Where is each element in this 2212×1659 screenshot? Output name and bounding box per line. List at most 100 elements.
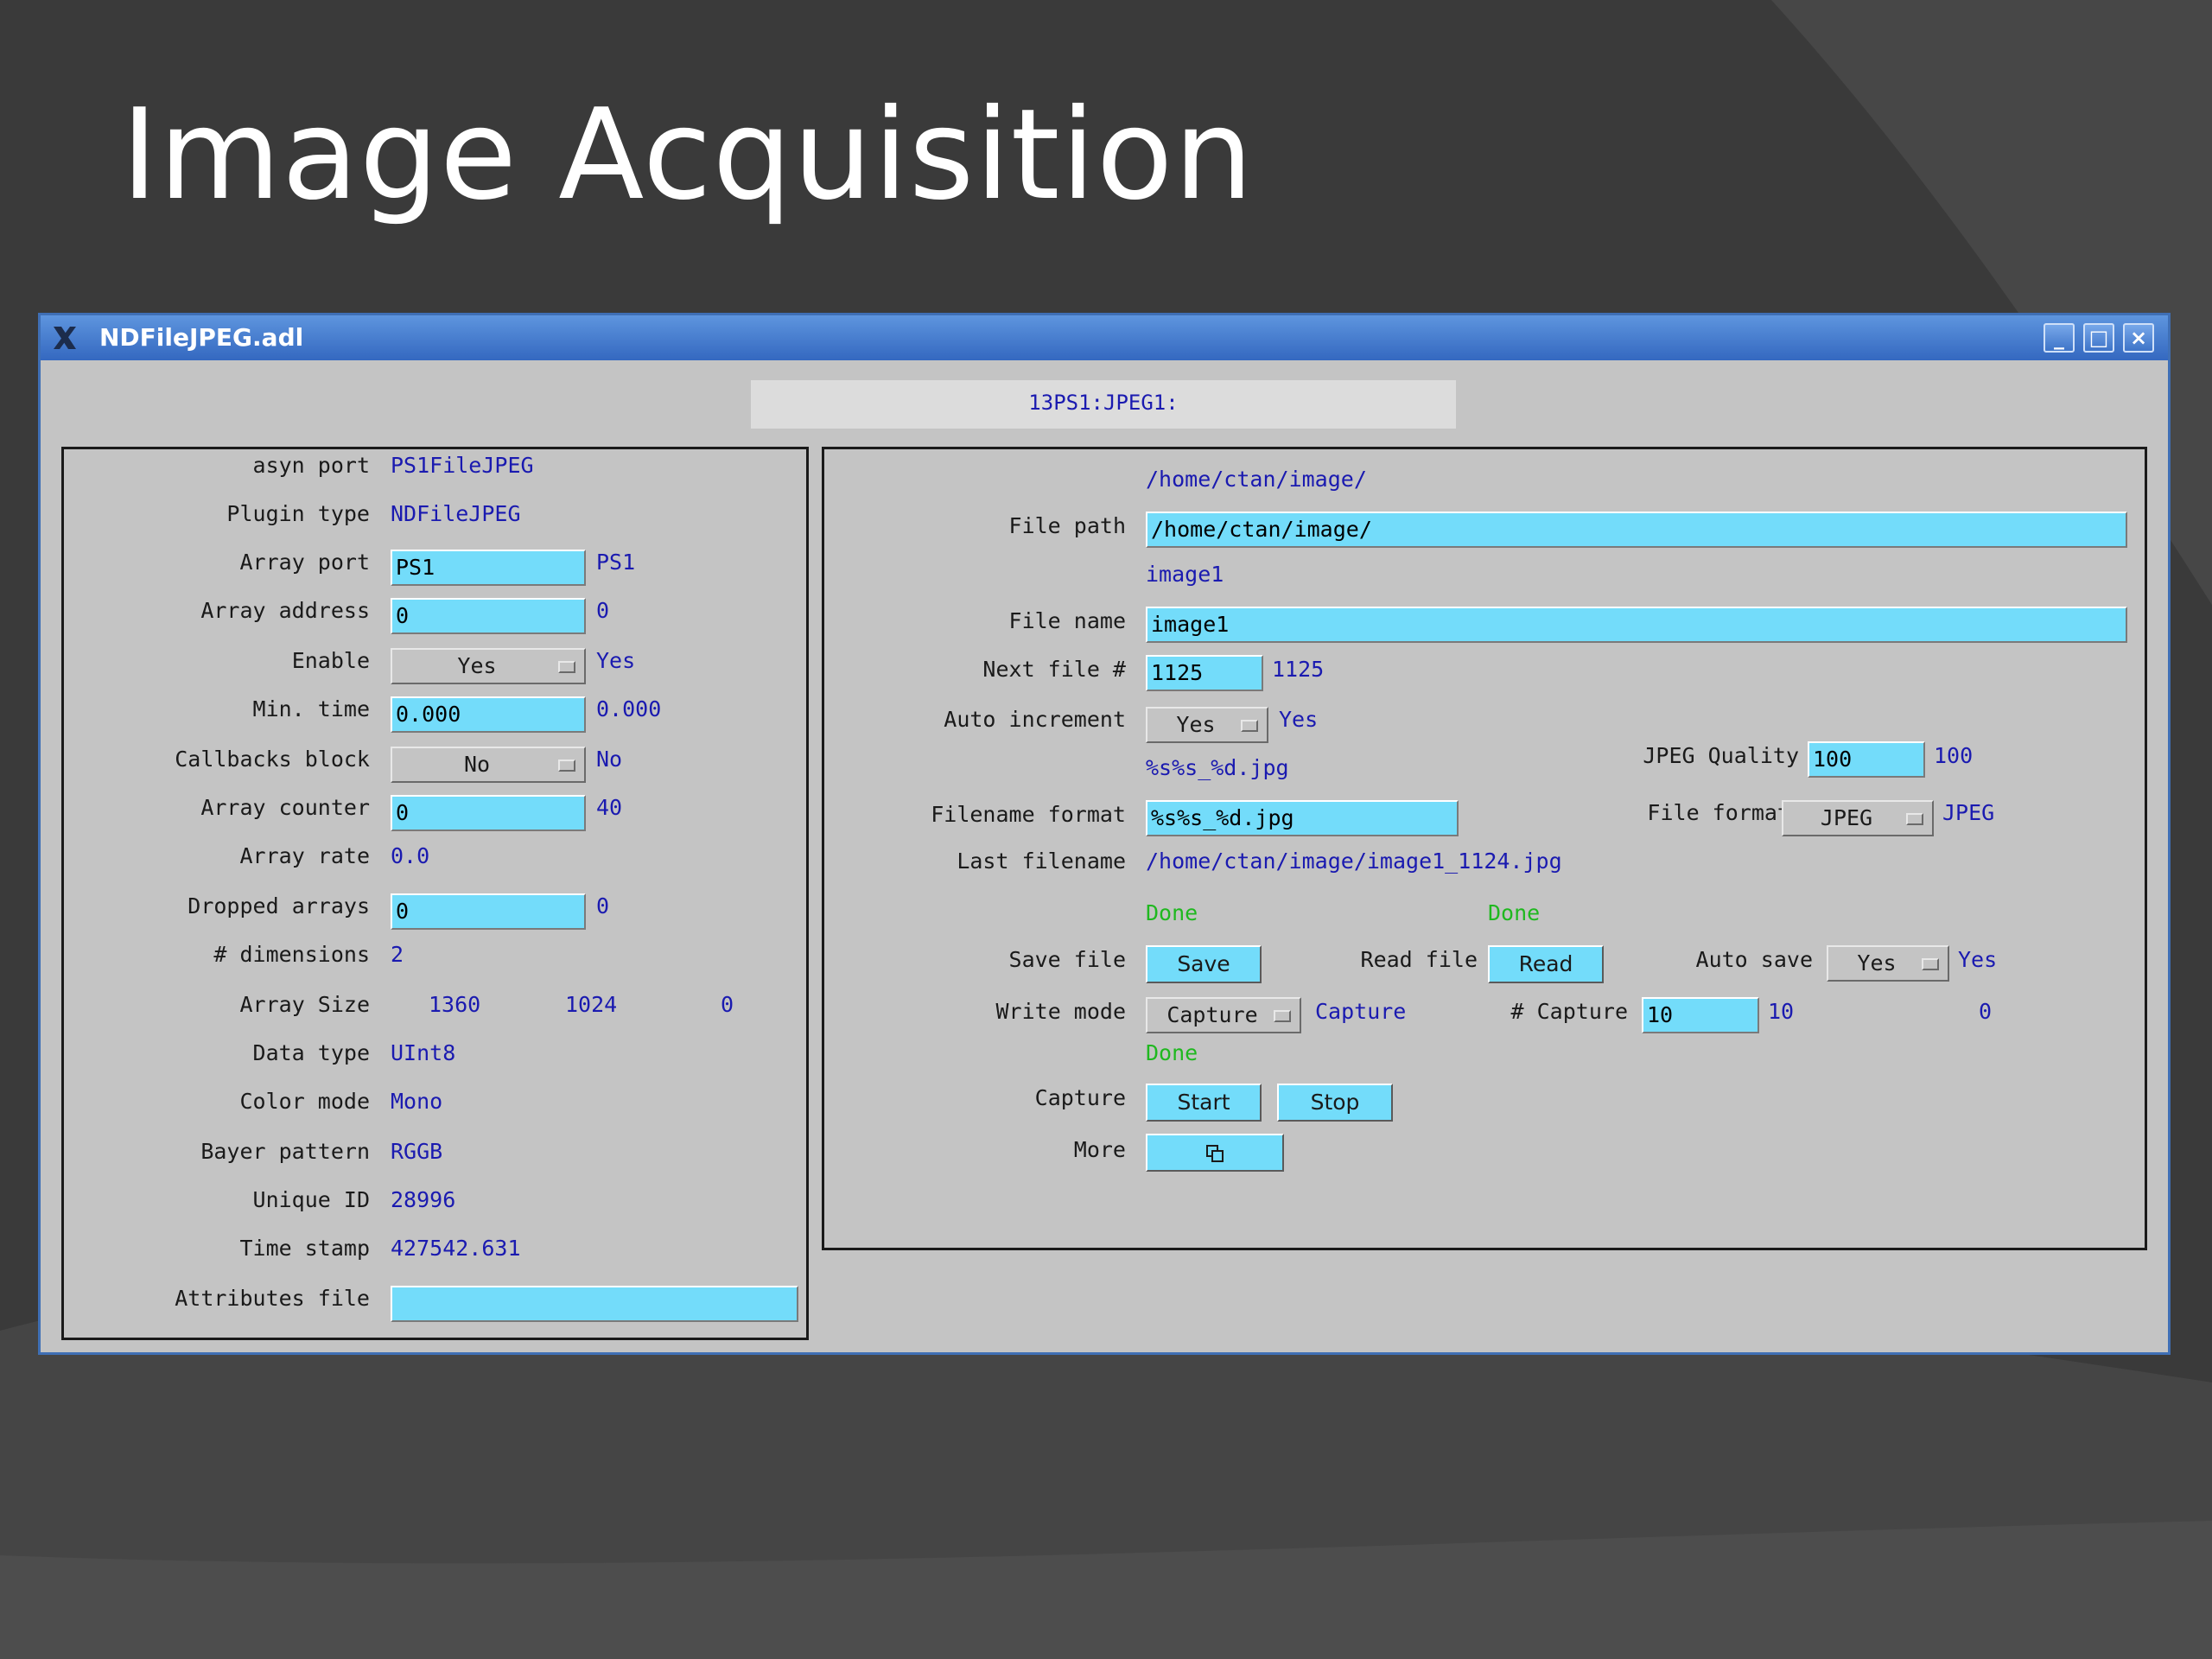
min-time-readback: 0.000 [596,696,662,721]
enable-menu[interactable]: Yes [391,648,586,684]
color-mode-value: Mono [391,1089,443,1114]
callbacks-block-menu[interactable]: No [391,747,586,783]
array-size-y: 1024 [565,992,618,1017]
array-size-z: 0 [721,992,734,1017]
enable-menu-value: Yes [457,653,497,678]
dropped-arrays-readback: 0 [596,893,610,918]
array-rate-label: Array rate [239,843,370,868]
time-stamp-label: Time stamp [239,1236,370,1261]
file-name-readback: image1 [1146,562,1224,587]
slide-title: Image Acquisition [121,82,1255,228]
callbacks-block-label: Callbacks block [175,747,370,772]
auto-save-readback: Yes [1958,947,1998,972]
menu-indicator-icon [1922,958,1939,970]
array-address-label: Array address [200,598,370,623]
write-mode-menu[interactable]: Capture [1146,997,1301,1033]
write-mode-readback: Capture [1315,999,1407,1024]
array-port-input[interactable]: PS1 [391,550,586,586]
num-capture-readback: 10 [1768,999,1795,1024]
array-rate-value: 0.0 [391,843,430,868]
array-size-x: 1360 [429,992,481,1017]
dimensions-label: # dimensions [213,942,370,967]
time-stamp-value: 427542.631 [391,1236,521,1261]
auto-save-menu-value: Yes [1857,950,1897,976]
file-format-label: File format [1647,800,1790,825]
callbacks-block-readback: No [596,747,623,772]
array-port-label: Array port [239,550,370,575]
array-port-readback: PS1 [596,550,636,575]
auto-save-label: Auto save [1695,947,1813,972]
plugin-info-panel: asyn port PS1FileJPEG Plugin type NDFile… [61,447,809,1340]
unique-id-value: 28996 [391,1187,456,1212]
capture-label: Capture [1034,1085,1126,1110]
last-filename-value: /home/ctan/image/image1_1124.jpg [1146,849,1562,874]
enable-readback: Yes [596,648,636,673]
num-capture-label: # Capture [1510,999,1628,1024]
capture-status: Done [1146,1040,1198,1065]
save-button[interactable]: Save [1146,945,1262,983]
num-capture-input[interactable]: 10 [1642,997,1759,1033]
array-size-label: Array Size [239,992,370,1017]
auto-increment-readback: Yes [1279,707,1319,732]
maximize-icon[interactable]: □ [2083,323,2114,353]
minimize-icon[interactable]: _ [2044,323,2075,353]
num-captured-value: 0 [1979,999,1993,1024]
min-time-label: Min. time [252,696,370,721]
attributes-file-label: Attributes file [175,1286,370,1311]
bayer-pattern-value: RGGB [391,1139,443,1164]
attributes-file-input[interactable] [391,1286,798,1322]
dropped-arrays-input[interactable]: 0 [391,893,586,930]
next-file-label: Next file # [982,657,1126,682]
array-address-readback: 0 [596,598,610,623]
array-counter-label: Array counter [200,795,370,820]
pv-prefix: 13PS1:JPEG1: [751,380,1456,429]
file-format-menu[interactable]: JPEG [1782,800,1934,836]
jpeg-quality-label: JPEG Quality [1643,743,1799,768]
auto-save-menu[interactable]: Yes [1827,945,1949,982]
close-icon[interactable]: × [2123,323,2154,353]
data-type-value: UInt8 [391,1040,456,1065]
next-file-readback: 1125 [1272,657,1325,682]
last-filename-label: Last filename [957,849,1126,874]
array-address-input[interactable]: 0 [391,598,586,634]
bayer-pattern-label: Bayer pattern [200,1139,370,1164]
next-file-input[interactable]: 1125 [1146,655,1263,691]
menu-indicator-icon [1241,720,1258,732]
window-title: NDFileJPEG.adl [99,323,304,352]
filename-format-label: Filename format [931,802,1126,827]
file-format-readback: JPEG [1942,800,1995,825]
plugin-type-value: NDFileJPEG [391,501,521,526]
unique-id-label: Unique ID [252,1187,370,1212]
jpeg-quality-readback: 100 [1934,743,1974,768]
filename-format-input[interactable]: %s%s_%d.jpg [1146,800,1459,836]
auto-increment-menu[interactable]: Yes [1146,707,1268,743]
file-name-input[interactable]: image1 [1146,607,2127,643]
more-button[interactable] [1146,1134,1284,1172]
dimensions-value: 2 [391,942,404,967]
window-titlebar[interactable]: NDFileJPEG.adl _ □ × [41,315,2168,360]
file-path-label: File path [1008,513,1126,538]
array-counter-readback: 40 [596,795,623,820]
data-type-label: Data type [252,1040,370,1065]
color-mode-label: Color mode [239,1089,370,1114]
file-name-label: File name [1008,608,1126,633]
capture-stop-button[interactable]: Stop [1277,1084,1393,1122]
auto-increment-label: Auto increment [944,707,1126,732]
read-status: Done [1488,900,1541,925]
related-display-icon [1206,1145,1224,1162]
file-path-input[interactable]: /home/ctan/image/ [1146,512,2127,548]
array-counter-input[interactable]: 0 [391,795,586,831]
menu-indicator-icon [558,661,575,673]
min-time-input[interactable]: 0.000 [391,696,586,733]
enable-label: Enable [291,648,370,673]
capture-start-button[interactable]: Start [1146,1084,1262,1122]
write-mode-label: Write mode [995,999,1126,1024]
write-mode-menu-value: Capture [1166,1002,1258,1027]
dropped-arrays-label: Dropped arrays [188,893,370,918]
read-button[interactable]: Read [1488,945,1604,983]
jpeg-quality-input[interactable]: 100 [1808,741,1925,778]
read-file-label: Read file [1360,947,1478,972]
adl-window: NDFileJPEG.adl _ □ × 13PS1:JPEG1: asyn p… [38,313,2171,1355]
callbacks-block-menu-value: No [463,752,491,777]
menu-indicator-icon [558,760,575,772]
